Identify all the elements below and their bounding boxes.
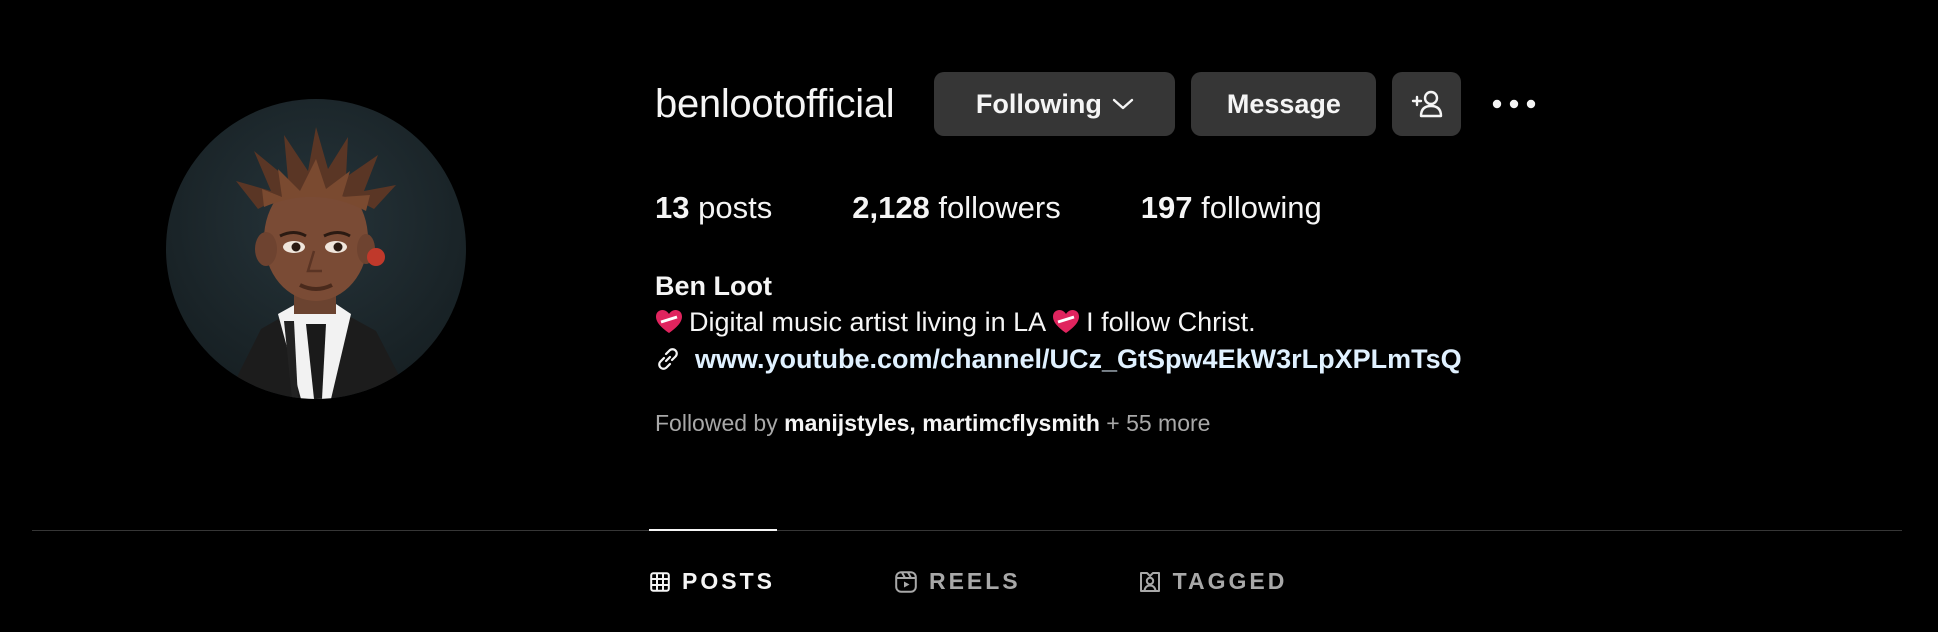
bio-text: Digital music artist living in LA I foll… [655, 304, 1462, 340]
tab-reels-label: REELS [928, 568, 1021, 594]
posts-count: 13 [655, 190, 690, 225]
more-horizontal-icon [1493, 99, 1536, 109]
profile-tabs: POSTS REELS TAGGED [650, 568, 1287, 595]
followers-label: followers [938, 190, 1061, 225]
suggest-similar-button[interactable] [1392, 72, 1462, 136]
active-tab-indicator [649, 529, 777, 531]
profile-header: benlootofficial Following Message [655, 72, 1539, 136]
profile-bio: Ben Loot Digital music artist living in … [655, 268, 1462, 377]
followed-by-separator: , [909, 410, 916, 436]
profile-stats: 13 posts 2,128 followers 197 following [655, 190, 1402, 226]
message-button[interactable]: Message [1191, 72, 1377, 136]
tab-tagged[interactable]: TAGGED [1139, 568, 1288, 595]
following-button-label: Following [975, 88, 1102, 119]
reels-icon [895, 570, 917, 593]
following-count: 197 [1140, 190, 1193, 225]
profile-username: benlootofficial [655, 81, 895, 126]
followed-by-user[interactable]: martimcflysmith [922, 410, 1100, 436]
followed-by-prefix: Followed by [655, 410, 778, 436]
tab-posts-label: POSTS [682, 568, 775, 594]
mending-heart-emoji-icon [1053, 310, 1080, 333]
tabs-divider [32, 530, 1902, 531]
message-button-label: Message [1226, 88, 1341, 119]
followed-by-user[interactable]: manijstyles [784, 410, 909, 436]
profile-avatar[interactable] [166, 99, 466, 399]
mending-heart-emoji-icon [656, 310, 682, 333]
tab-reels[interactable]: REELS [895, 568, 1021, 595]
tab-posts[interactable]: POSTS [650, 568, 775, 595]
followed-by-more[interactable]: + 55 more [1106, 410, 1210, 436]
followers-stat[interactable]: 2,128 followers [852, 190, 1061, 226]
avatar-portrait-image [226, 127, 411, 399]
more-options-button[interactable] [1489, 72, 1539, 136]
posts-stat: 13 posts [655, 190, 772, 226]
chevron-down-icon [1112, 98, 1134, 110]
link-icon [658, 348, 678, 370]
bio-text-part1: Digital music artist living in LA [689, 307, 1047, 337]
following-stat[interactable]: 197 following [1141, 190, 1322, 226]
tab-tagged-label: TAGGED [1172, 568, 1288, 594]
posts-label: posts [698, 190, 773, 225]
add-user-icon [1411, 90, 1443, 118]
bio-text-part2: I follow Christ. [1086, 307, 1256, 337]
bio-link-text[interactable]: www.youtube.com/channel/UCz_GtSpw4EkW3rL… [695, 341, 1462, 377]
followers-count: 2,128 [852, 190, 930, 225]
followed-by[interactable]: Followed by manijstyles, martimcflysmith… [655, 410, 1210, 437]
tagged-icon [1139, 571, 1160, 592]
following-button[interactable]: Following [934, 72, 1176, 136]
profile-full-name: Ben Loot [655, 271, 772, 301]
bio-link[interactable]: www.youtube.com/channel/UCz_GtSpw4EkW3rL… [655, 341, 1462, 377]
grid-icon [650, 571, 670, 592]
following-label: following [1201, 190, 1322, 225]
